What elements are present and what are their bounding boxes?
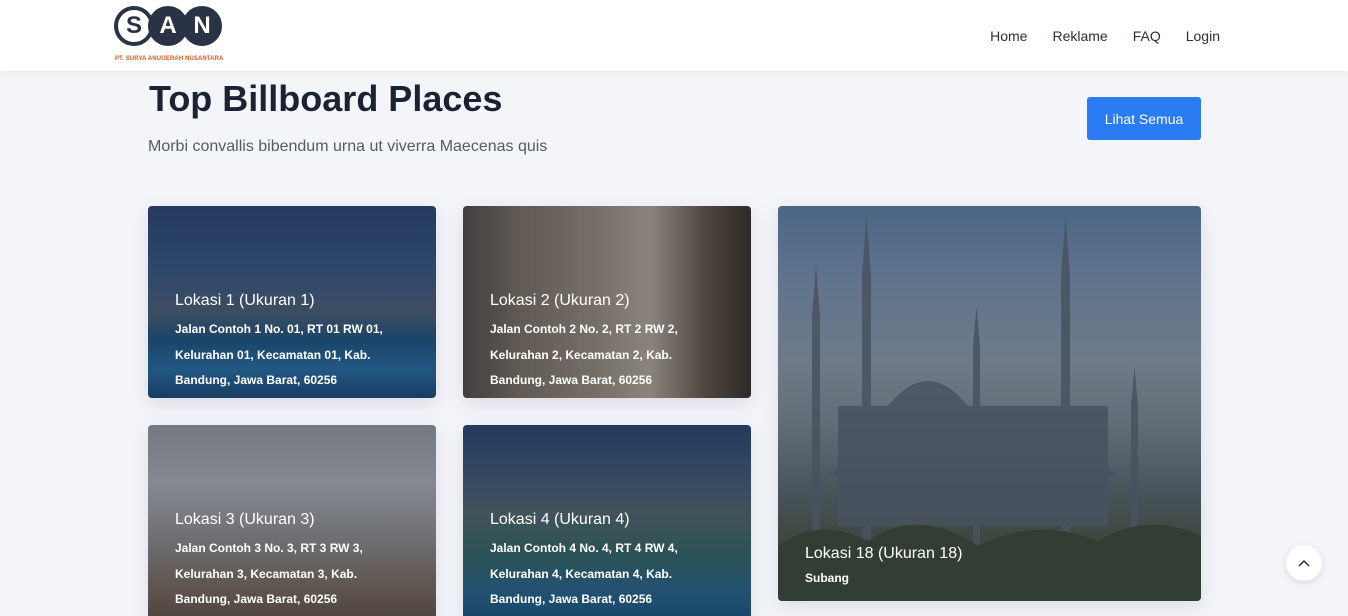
- card-address-line: Subang: [805, 571, 849, 585]
- card-address-line: Bandung, Jawa Barat, 60256: [175, 373, 338, 387]
- nav-faq-link[interactable]: FAQ: [1133, 28, 1161, 44]
- logo-letter-n: N: [182, 6, 222, 46]
- nav-reklame-link[interactable]: Reklame: [1052, 28, 1107, 44]
- card-address-line: Jalan Contoh 3 No. 3, RT 3 RW 3,: [175, 541, 363, 555]
- card-title: Lokasi 4 (Ukuran 4): [490, 511, 630, 528]
- nav-home-link[interactable]: Home: [990, 28, 1027, 44]
- section-title: Top Billboard Places: [149, 78, 503, 119]
- card-address-line: Bandung, Jawa Barat, 60256: [490, 373, 653, 387]
- card-text: Lokasi 3 (Ukuran 3) Jalan Contoh 3 No. 3…: [175, 510, 416, 613]
- logo-subtitle: PT. SURYA ANUGERAH NUSANTARA: [115, 56, 224, 62]
- card-address-line: Kelurahan 2, Kecamatan 2, Kab.: [490, 347, 673, 362]
- brand-logo[interactable]: S A N PT. SURYA ANUGERAH NUSANTARA: [114, 6, 234, 66]
- card-overlay: [778, 206, 1201, 601]
- nav-login-link[interactable]: Login: [1186, 28, 1220, 44]
- card-text: Lokasi 4 (Ukuran 4) Jalan Contoh 4 No. 4…: [490, 510, 731, 613]
- card-title: Lokasi 18 (Ukuran 18): [805, 545, 963, 562]
- card-text: Lokasi 2 (Ukuran 2) Jalan Contoh 2 No. 2…: [490, 291, 731, 394]
- card-address-line: Kelurahan 01, Kecamatan 01, Kab.: [175, 347, 371, 362]
- card-address-line: Jalan Contoh 4 No. 4, RT 4 RW 4,: [490, 541, 678, 555]
- card-address-line: Kelurahan 4, Kecamatan 4, Kab.: [490, 566, 673, 581]
- section-subtitle: Morbi convallis bibendum urna ut viverra…: [148, 138, 548, 155]
- main-nav: Home Reklame FAQ Login: [965, 0, 1220, 71]
- place-card-3[interactable]: Lokasi 3 (Ukuran 3) Jalan Contoh 3 No. 3…: [148, 425, 436, 616]
- card-title: Lokasi 2 (Ukuran 2): [490, 292, 630, 309]
- card-address-line: Kelurahan 3, Kecamatan 3, Kab.: [175, 566, 358, 581]
- place-card-18[interactable]: Lokasi 18 (Ukuran 18) Subang: [778, 206, 1201, 601]
- card-address-line: Jalan Contoh 2 No. 2, RT 2 RW 2,: [490, 322, 678, 336]
- card-address-line: Bandung, Jawa Barat, 60256: [175, 592, 338, 606]
- card-address-line: Bandung, Jawa Barat, 60256: [490, 592, 653, 606]
- card-title: Lokasi 3 (Ukuran 3): [175, 511, 315, 528]
- place-card-1[interactable]: Lokasi 1 (Ukuran 1) Jalan Contoh 1 No. 0…: [148, 206, 436, 398]
- scroll-top-button[interactable]: [1286, 545, 1322, 581]
- logo-mark: S A N: [114, 6, 234, 46]
- place-card-4[interactable]: Lokasi 4 (Ukuran 4) Jalan Contoh 4 No. 4…: [463, 425, 751, 616]
- chevron-up-icon: [1297, 555, 1311, 571]
- card-address-line: Jalan Contoh 1 No. 01, RT 01 RW 01,: [175, 322, 383, 336]
- card-title: Lokasi 1 (Ukuran 1): [175, 292, 315, 309]
- card-text: Lokasi 18 (Ukuran 18) Subang: [805, 544, 1181, 592]
- card-text: Lokasi 1 (Ukuran 1) Jalan Contoh 1 No. 0…: [175, 291, 416, 394]
- navbar: S A N PT. SURYA ANUGERAH NUSANTARA Home …: [0, 0, 1348, 71]
- place-card-2[interactable]: Lokasi 2 (Ukuran 2) Jalan Contoh 2 No. 2…: [463, 206, 751, 398]
- see-all-button[interactable]: Lihat Semua: [1087, 97, 1201, 140]
